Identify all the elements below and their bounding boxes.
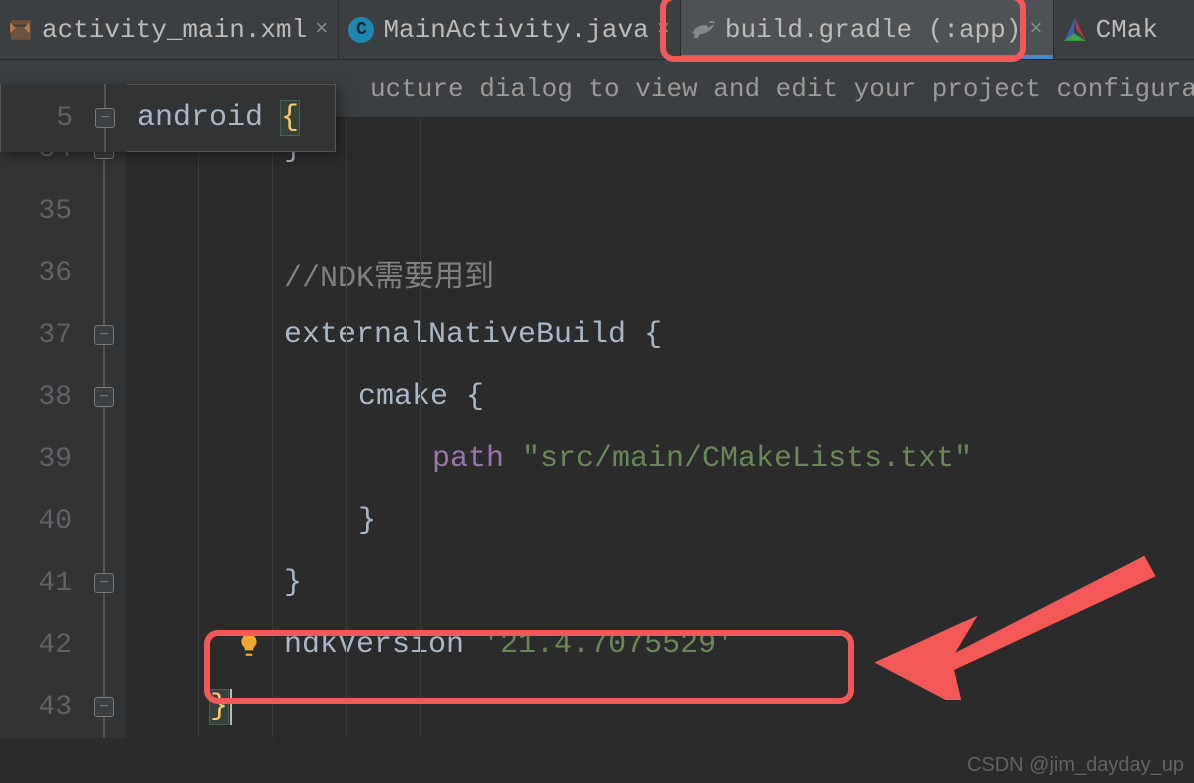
fold-toggle-icon[interactable]: − [95,108,115,128]
code-line[interactable]: 38−cmake { [0,366,1194,428]
tab-main-activity-java[interactable]: C MainActivity.java × [339,0,680,59]
code-cell[interactable]: path "src/main/CMakeLists.txt" [126,428,1194,490]
breadcrumb-popup: 5 − android { [0,84,336,152]
gutter-lineno: 40 [0,490,82,552]
fold-column [82,490,126,552]
gutter-lineno: 35 [0,180,82,242]
fold-column [82,180,126,242]
code-editor[interactable]: 34−}3536//NDK需要用到37−externalNativeBuild … [0,118,1194,783]
code-token: cmake [358,380,466,414]
tab-activity-main-xml[interactable]: activity_main.xml × [0,0,339,59]
code-token: } [210,690,228,724]
code-line[interactable]: 36 //NDK需要用到 [0,242,1194,304]
tab-cmake[interactable]: CMak [1054,0,1168,59]
tab-label: build.gradle (:app) [725,15,1021,45]
tab-label: MainActivity.java [383,15,648,45]
code-token: externalNativeBuild [284,318,644,352]
fold-column: − [82,366,126,428]
gutter-lineno: 37 [0,304,82,366]
fold-column: − [82,304,126,366]
code-cell[interactable]: //NDK需要用到 [126,242,1194,304]
code-token: '21.4.7075529' [482,628,734,662]
hint-text: ucture dialog to view and edit your proj… [370,74,1194,104]
code-token: } [358,504,376,538]
xml-file-icon [8,17,34,43]
code-cell[interactable]: cmake { [126,366,1194,428]
tab-label: activity_main.xml [42,15,307,45]
code-cell[interactable]: } [126,490,1194,552]
code-token: //NDK需要用到 [284,251,494,296]
tab-label: CMak [1096,15,1158,45]
close-icon[interactable]: × [1029,17,1042,42]
fold-column [82,242,126,304]
cmake-icon [1062,17,1088,43]
watermark-text: CSDN @jim_dayday_up [967,754,1184,777]
gutter-lineno: 36 [0,242,82,304]
code-cell[interactable]: ndkVersion '21.4.7075529' [126,614,1194,676]
code-token: "src/main/CMakeLists.txt" [522,442,972,476]
gutter-lineno: 41 [0,552,82,614]
close-icon[interactable]: × [657,17,670,42]
code-token: } [284,566,302,600]
code-cell[interactable] [126,180,1194,242]
code-line[interactable]: 41−} [0,552,1194,614]
gutter-lineno: 42 [0,614,82,676]
code-token: { [466,380,484,414]
gutter-lineno: 39 [0,428,82,490]
fold-column [82,614,126,676]
fold-column: − [82,676,126,738]
code-cell[interactable]: } [126,676,1194,738]
tab-build-gradle-app[interactable]: build.gradle (:app) × [681,0,1054,59]
code-token: ndkVersion [284,628,482,662]
breadcrumb-brace: { [281,101,299,135]
fold-toggle-icon[interactable]: − [94,697,114,717]
code-line[interactable]: 43−} [0,676,1194,738]
close-icon[interactable]: × [315,17,328,42]
code-token: { [644,318,662,352]
gutter-lineno: 43 [0,676,82,738]
code-cell[interactable]: externalNativeBuild { [126,304,1194,366]
fold-toggle-icon[interactable]: − [94,325,114,345]
code-line[interactable]: 35 [0,180,1194,242]
fold-toggle-icon[interactable]: − [94,573,114,593]
code-line[interactable]: 37−externalNativeBuild { [0,304,1194,366]
code-cell[interactable]: } [126,552,1194,614]
gradle-icon [689,19,717,41]
breadcrumb-keyword: android [137,101,263,135]
code-token: path [432,442,522,476]
fold-column [82,428,126,490]
java-class-icon: C [347,16,375,44]
fold-column: − [82,552,126,614]
breadcrumb-lineno: 5 [1,84,83,152]
editor-tab-bar: activity_main.xml × C MainActivity.java … [0,0,1194,60]
intention-bulb-icon[interactable] [236,632,262,658]
fold-toggle-icon[interactable]: − [94,387,114,407]
code-line[interactable]: 39 path "src/main/CMakeLists.txt" [0,428,1194,490]
text-caret [230,689,232,725]
code-line[interactable]: 42 ndkVersion '21.4.7075529' [0,614,1194,676]
code-line[interactable]: 40} [0,490,1194,552]
gutter-lineno: 38 [0,366,82,428]
